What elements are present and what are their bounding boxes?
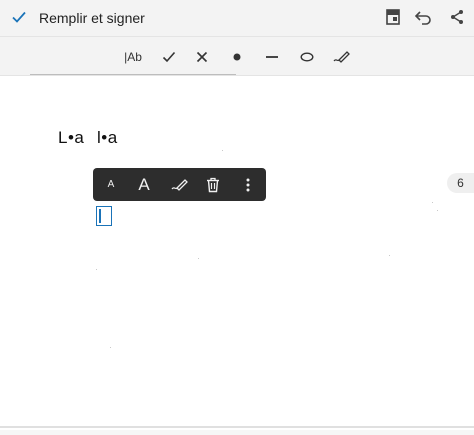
page-number-badge[interactable]: 6	[447, 173, 474, 193]
text-tool-label: |Ab	[124, 50, 142, 64]
sign-tool[interactable]	[332, 48, 352, 66]
more-vertical-icon	[246, 178, 250, 191]
cross-icon	[196, 51, 208, 63]
more-options-button[interactable]	[239, 168, 257, 201]
share-icon[interactable]	[448, 8, 466, 26]
fill-sign-toolbar: |Ab	[0, 36, 474, 76]
page-speck	[96, 269, 97, 270]
bottom-divider	[0, 426, 474, 428]
large-a-label: A	[138, 174, 150, 194]
text-caret	[99, 209, 101, 223]
check-icon[interactable]	[11, 9, 27, 25]
page-speck	[222, 150, 223, 151]
page-speck	[432, 202, 433, 203]
line-tool[interactable]	[263, 48, 281, 66]
dot-tool[interactable]	[229, 48, 245, 66]
page-number: 6	[457, 176, 464, 190]
document-icon[interactable]	[384, 8, 402, 26]
page-speck	[437, 210, 438, 211]
page-speck	[110, 347, 111, 348]
annotation-context-menu: A A	[93, 168, 266, 201]
checkmark-icon	[162, 51, 176, 63]
dot-icon	[233, 53, 241, 61]
delete-button[interactable]	[203, 168, 223, 201]
small-a-label: A	[107, 179, 115, 190]
ellipse-icon	[300, 52, 314, 62]
initials-text-1[interactable]: L•a	[58, 128, 84, 148]
checkmark-tool[interactable]	[160, 48, 178, 66]
decrease-font-button[interactable]: A	[101, 168, 121, 201]
active-tool-underline	[30, 74, 236, 75]
pen-icon	[171, 178, 188, 191]
initials-text-2[interactable]: l•a	[97, 128, 118, 148]
trash-icon	[207, 177, 219, 192]
page-speck	[198, 258, 199, 259]
cross-tool[interactable]	[194, 48, 210, 66]
bottom-strip	[0, 430, 474, 435]
increase-font-button[interactable]: A	[133, 168, 155, 201]
line-icon	[266, 56, 278, 58]
active-text-field[interactable]	[96, 206, 112, 226]
pen-button[interactable]	[169, 168, 191, 201]
text-tool[interactable]: |Ab	[122, 48, 144, 66]
pen-icon	[333, 51, 350, 63]
page-speck	[389, 255, 390, 256]
page-title: Remplir et signer	[39, 10, 145, 26]
app-bar: Remplir et signer	[0, 0, 474, 36]
undo-icon[interactable]	[414, 8, 432, 26]
ellipse-tool[interactable]	[298, 48, 316, 66]
